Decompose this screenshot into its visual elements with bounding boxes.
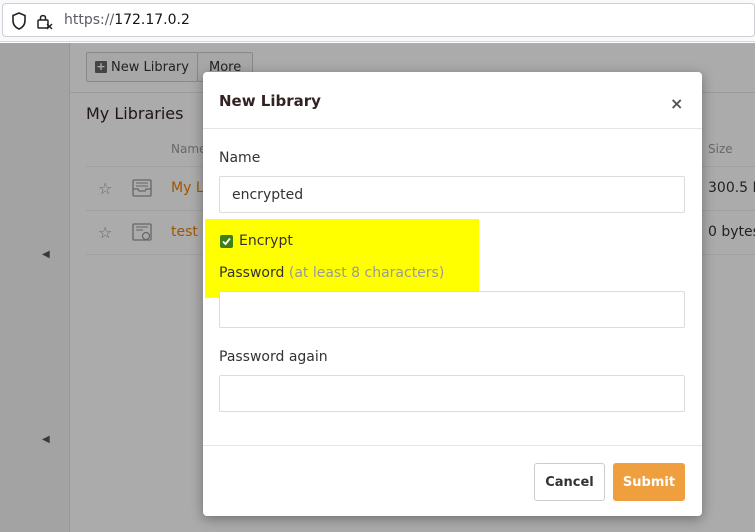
dialog-footer: Cancel Submit	[203, 445, 702, 516]
password-label: Password	[219, 265, 285, 281]
password-again-label: Password again	[219, 349, 328, 365]
highlight-annotation	[205, 219, 479, 298]
new-library-dialog: New Library × Name Encrypt Password (at …	[203, 72, 702, 516]
url-protocol: https://	[64, 12, 115, 28]
close-icon[interactable]: ×	[670, 94, 683, 113]
password-input[interactable]	[219, 291, 685, 328]
encrypt-label[interactable]: Encrypt	[239, 233, 293, 249]
shield-icon[interactable]	[11, 12, 27, 30]
password-label-row: Password (at least 8 characters)	[219, 265, 444, 281]
lock-icon[interactable]	[36, 12, 54, 30]
address-bar[interactable]: https://172.17.0.2	[2, 3, 755, 37]
name-input[interactable]	[219, 176, 685, 213]
encrypt-checkbox[interactable]	[220, 235, 233, 248]
browser-toolbar: https://172.17.0.2	[0, 0, 755, 42]
submit-button[interactable]: Submit	[613, 463, 685, 501]
cancel-button[interactable]: Cancel	[534, 463, 605, 501]
password-again-input[interactable]	[219, 375, 685, 412]
password-hint: (at least 8 characters)	[288, 265, 445, 281]
dialog-title: New Library	[219, 92, 321, 110]
name-label: Name	[219, 150, 261, 166]
url-host: 172.17.0.2	[114, 12, 190, 28]
checkmark-icon	[222, 237, 231, 246]
url-text[interactable]: https://172.17.0.2	[64, 12, 190, 28]
dialog-header: New Library ×	[203, 72, 702, 129]
